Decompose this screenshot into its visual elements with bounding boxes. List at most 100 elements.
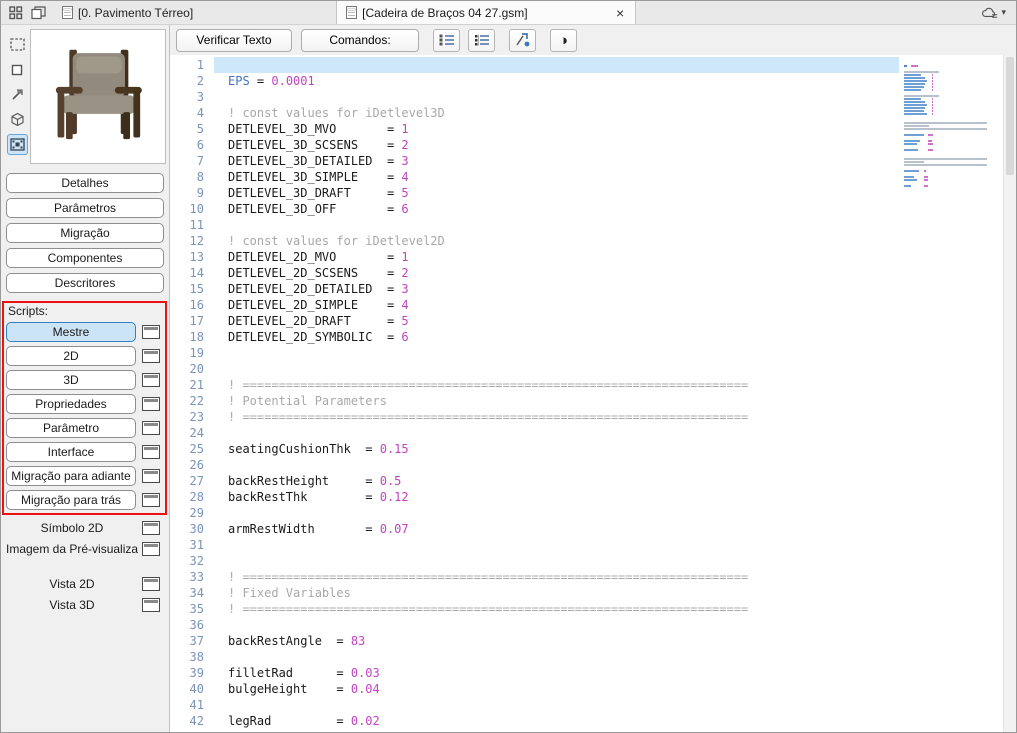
verify-text-button[interactable]: Verificar Texto (176, 29, 292, 52)
code-line[interactable]: 33! ====================================… (170, 569, 1003, 585)
open-in-window-icon[interactable] (142, 373, 160, 387)
code-line[interactable]: 23! ====================================… (170, 409, 1003, 425)
open-in-window-icon[interactable] (142, 493, 160, 507)
code-line[interactable]: 21! ====================================… (170, 377, 1003, 393)
code-line[interactable]: 25seatingCushionThk = 0.15 (170, 441, 1003, 457)
code-line[interactable]: 34! Fixed Variables (170, 585, 1003, 601)
script-mode-icon[interactable] (7, 134, 28, 155)
open-in-window-icon[interactable] (142, 325, 160, 339)
quick-layouts-icon[interactable] (7, 4, 24, 21)
code-line[interactable]: 1 (170, 57, 1003, 73)
code-line[interactable]: 32 (170, 553, 1003, 569)
code-line[interactable]: 29 (170, 505, 1003, 521)
open-in-window-icon[interactable] (142, 349, 160, 363)
tab-floor-plan[interactable]: [0. Pavimento Térreo] (53, 1, 202, 24)
script-button-2d[interactable]: 2D (6, 346, 136, 366)
code-line[interactable]: 31 (170, 537, 1003, 553)
code-lines[interactable]: 12EPS = 0.000134! const values for iDetl… (170, 57, 1003, 732)
editor-mode-strip (4, 29, 30, 164)
tab-object-editor[interactable]: [Cadeira de Braços 04 27.gsm] × (336, 1, 636, 24)
script-button-propriedades[interactable]: Propriedades (6, 394, 136, 414)
code-line[interactable]: 37backRestAngle = 83 (170, 633, 1003, 649)
code-line[interactable]: 27backRestHeight = 0.5 (170, 473, 1003, 489)
script-button-mestre[interactable]: Mestre (6, 322, 136, 342)
open-in-window-icon[interactable] (142, 577, 160, 591)
script-button-parametro[interactable]: Parâmetro (6, 418, 136, 438)
code-line[interactable]: 26 (170, 457, 1003, 473)
sidebar-button-parametros[interactable]: Parâmetros (6, 198, 164, 218)
code-line[interactable]: 4! const values for iDetlevel3D (170, 105, 1003, 121)
sidebar-button-detalhes[interactable]: Detalhes (6, 173, 164, 193)
code-minimap[interactable] (899, 55, 1003, 732)
code-line[interactable]: 3 (170, 89, 1003, 105)
open-in-window-icon[interactable] (142, 421, 160, 435)
code-line[interactable]: 38 (170, 649, 1003, 665)
app-window: [0. Pavimento Térreo] [Cadeira de Braços… (0, 0, 1017, 733)
code-line[interactable]: 39filletRad = 0.03 (170, 665, 1003, 681)
sidebar-button-descritores[interactable]: Descritores (6, 273, 164, 293)
code-line[interactable]: 15DETLEVEL_2D_DETAILED = 3 (170, 281, 1003, 297)
code-line[interactable]: 24 (170, 425, 1003, 441)
line-numbers-toggle-icon[interactable] (433, 29, 460, 52)
code-line[interactable]: 10DETLEVEL_3D_OFF = 6 (170, 201, 1003, 217)
sidebar-button-componentes[interactable]: Componentes (6, 248, 164, 268)
close-tab-icon[interactable]: × (614, 5, 626, 21)
code-line[interactable]: 14DETLEVEL_2D_SCSENS = 2 (170, 265, 1003, 281)
panel-label-simbolo-2d: Símbolo 2D (6, 521, 138, 535)
script-button-migracao-para-adiante[interactable]: Migração para adiante (6, 466, 136, 486)
code-line[interactable]: 18DETLEVEL_2D_SYMBOLIC = 6 (170, 329, 1003, 345)
code-line[interactable]: 22! Potential Parameters (170, 393, 1003, 409)
line-number: 34 (170, 585, 214, 601)
script-button-3d[interactable]: 3D (6, 370, 136, 390)
code-line[interactable]: 11 (170, 217, 1003, 233)
code-line[interactable]: 9DETLEVEL_3D_DRAFT = 5 (170, 185, 1003, 201)
code-line[interactable]: 5DETLEVEL_3D_MVO = 1 (170, 121, 1003, 137)
code-line[interactable]: 16DETLEVEL_2D_SIMPLE = 4 (170, 297, 1003, 313)
outline-list-icon[interactable] (468, 29, 495, 52)
code-line[interactable]: 12! const values for iDetlevel2D (170, 233, 1003, 249)
code-line[interactable]: 17DETLEVEL_2D_DRAFT = 5 (170, 313, 1003, 329)
script-button-interface[interactable]: Interface (6, 442, 136, 462)
code-line[interactable]: 6DETLEVEL_3D_SCSENS = 2 (170, 137, 1003, 153)
symbol-2d-mode-icon[interactable] (7, 59, 28, 80)
open-in-window-icon[interactable] (142, 598, 160, 612)
teamwork-cloud-icon[interactable] (981, 4, 998, 21)
contrast-icon[interactable]: ◑ (550, 29, 577, 52)
code-line[interactable]: 30armRestWidth = 0.07 (170, 521, 1003, 537)
code-line[interactable]: 40bulgeHeight = 0.04 (170, 681, 1003, 697)
marquee-tool-icon[interactable] (7, 34, 28, 55)
code-line[interactable]: 7DETLEVEL_3D_DETAILED = 3 (170, 153, 1003, 169)
script-button-migracao-para-tras[interactable]: Migração para trás (6, 490, 136, 510)
script-rows: Mestre 2D 3D Propriedades Parâmetro Interface… (6, 322, 164, 510)
open-in-window-icon[interactable] (142, 469, 160, 483)
tab-overview-icon[interactable] (30, 4, 47, 21)
code-line[interactable]: 35! ====================================… (170, 601, 1003, 617)
sidebar-button-migracao[interactable]: Migração (6, 223, 164, 243)
open-in-window-icon[interactable] (142, 521, 160, 535)
line-number: 19 (170, 345, 214, 361)
code-line[interactable]: 41 (170, 697, 1003, 713)
script-editor: Verificar Texto Comandos: ◑ 12EPS = 0.00… (170, 25, 1016, 732)
open-in-window-icon[interactable] (142, 397, 160, 411)
code-line[interactable]: 13DETLEVEL_2D_MVO = 1 (170, 249, 1003, 265)
code-line[interactable]: 20 (170, 361, 1003, 377)
line-number: 39 (170, 665, 214, 681)
panel-row-vista-2d: Vista 2D (4, 577, 166, 591)
open-in-window-icon[interactable] (142, 542, 160, 556)
chevron-down-icon[interactable]: ▾ (1001, 7, 1006, 18)
scrollbar-thumb[interactable] (1006, 57, 1014, 175)
code-line[interactable]: 42legRad = 0.02 (170, 713, 1003, 729)
code-line[interactable]: 2EPS = 0.0001 (170, 73, 1003, 89)
commands-dropdown[interactable]: Comandos: (301, 29, 419, 52)
script-row-interface: Interface (6, 442, 164, 462)
code-line[interactable]: 36 (170, 617, 1003, 633)
goto-line-icon[interactable] (509, 29, 536, 52)
line-number: 1 (170, 57, 214, 73)
editor-scrollbar[interactable] (1003, 55, 1016, 732)
code-line[interactable]: 8DETLEVEL_3D_SIMPLE = 4 (170, 169, 1003, 185)
view-3d-mode-icon[interactable] (7, 109, 28, 130)
properties-mode-icon[interactable] (7, 84, 28, 105)
code-line[interactable]: 28backRestThk = 0.12 (170, 489, 1003, 505)
open-in-window-icon[interactable] (142, 445, 160, 459)
code-line[interactable]: 19 (170, 345, 1003, 361)
